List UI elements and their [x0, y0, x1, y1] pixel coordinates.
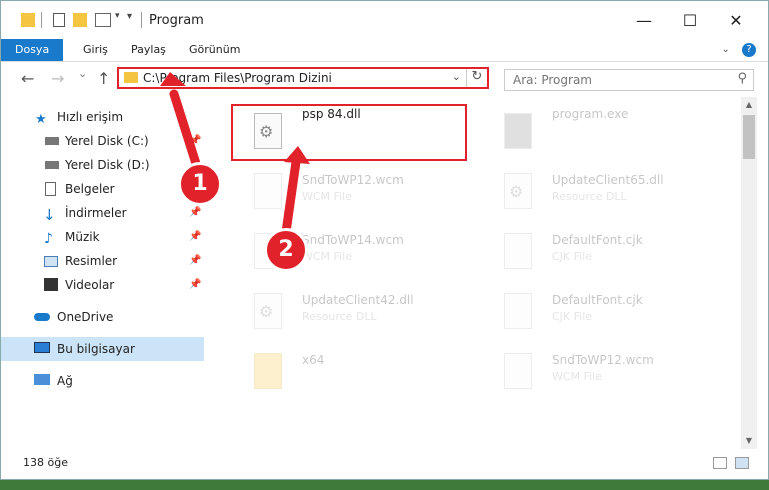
- arrow-1: [169, 89, 203, 175]
- step-badge-2: 2: [264, 228, 308, 272]
- arrow-1-head: [160, 72, 186, 86]
- step-badge-1: 1: [178, 162, 222, 206]
- annotation-arrows: [160, 72, 310, 237]
- arrow-2: [281, 157, 301, 237]
- arrow-2-head: [284, 146, 310, 164]
